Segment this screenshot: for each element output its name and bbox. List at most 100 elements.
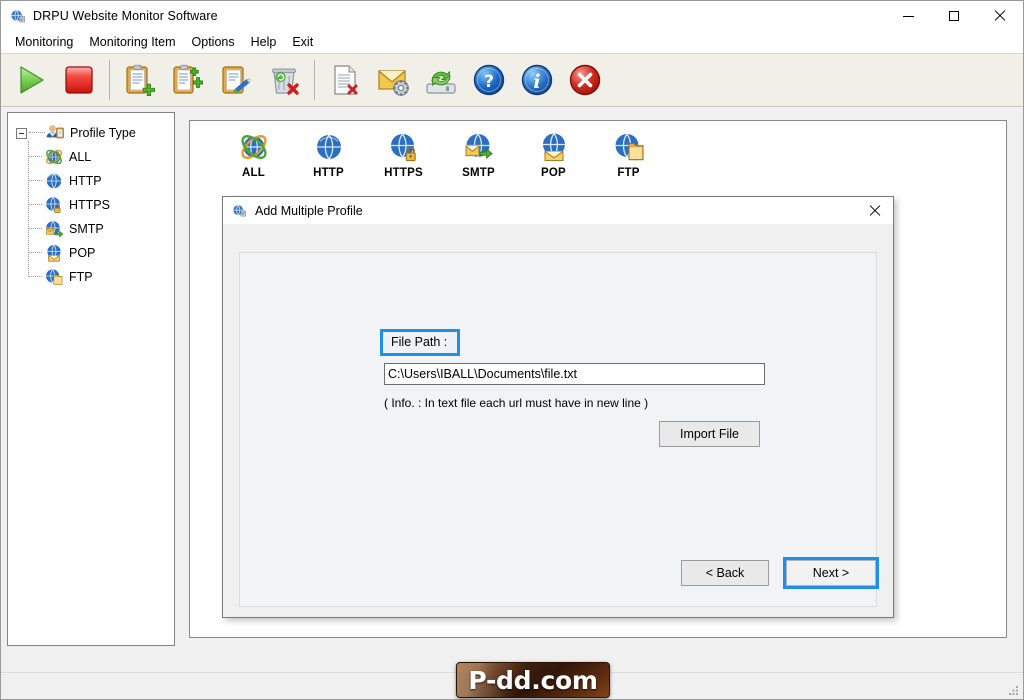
tree-connector xyxy=(28,252,42,254)
sidebar-item-label: HTTP xyxy=(69,174,102,188)
globe-mail-send-icon xyxy=(463,131,495,163)
app-globe-icon xyxy=(10,8,26,24)
sidebar-item-http[interactable]: HTTP xyxy=(22,169,174,193)
clipboard-add-icon xyxy=(123,63,157,97)
file-path-input[interactable] xyxy=(384,363,765,385)
app-globe-icon xyxy=(232,203,247,218)
globe-lock-icon xyxy=(44,195,64,215)
menu-options[interactable]: Options xyxy=(184,33,243,51)
tree-connector xyxy=(28,180,42,182)
menu-bar: Monitoring Monitoring Item Options Help … xyxy=(1,31,1023,53)
info-text: ( Info. : In text file each url must hav… xyxy=(384,396,649,410)
tree-root-label: Profile Type xyxy=(70,126,136,140)
tree-root-profile-type[interactable]: Profile Type xyxy=(16,121,174,145)
sidebar-item-all[interactable]: ALL xyxy=(22,145,174,169)
dialog-title: Add Multiple Profile xyxy=(255,203,363,218)
clipboard-edit-icon xyxy=(219,63,253,97)
next-button[interactable]: Next > xyxy=(786,560,876,586)
close-window-button[interactable] xyxy=(977,1,1023,31)
globe-icon xyxy=(313,131,345,163)
watermark-text: P-dd.com xyxy=(468,665,598,695)
tree-connector xyxy=(28,276,42,278)
sidebar-item-label: FTP xyxy=(69,270,93,284)
edit-profile-button[interactable] xyxy=(212,56,260,104)
tab-all[interactable]: ALL xyxy=(216,131,291,179)
exit-button[interactable] xyxy=(561,56,609,104)
help-question-icon: ? xyxy=(473,64,505,96)
drive-refresh-icon xyxy=(424,63,458,97)
menu-monitoring[interactable]: Monitoring xyxy=(7,33,81,51)
tree-connector xyxy=(29,132,45,134)
globe-icon xyxy=(44,171,64,191)
maximize-button[interactable] xyxy=(931,1,977,31)
back-button[interactable]: < Back xyxy=(681,560,769,586)
tab-pop[interactable]: POP xyxy=(516,131,591,179)
user-profile-icon xyxy=(45,123,65,143)
tab-label: POP xyxy=(541,167,566,179)
mail-gear-icon xyxy=(376,63,410,97)
add-profile-button[interactable] xyxy=(116,56,164,104)
toolbar: ? i xyxy=(1,53,1023,107)
tab-smtp[interactable]: SMTP xyxy=(441,131,516,179)
stop-icon xyxy=(64,65,94,95)
minimize-icon xyxy=(902,15,914,17)
clipboard-add-multiple-icon xyxy=(171,63,205,97)
menu-exit[interactable]: Exit xyxy=(284,33,321,51)
tab-label: SMTP xyxy=(462,167,495,179)
sidebar-item-label: SMTP xyxy=(69,222,104,236)
tab-http[interactable]: HTTP xyxy=(291,131,366,179)
sidebar-item-ftp[interactable]: FTP xyxy=(22,265,174,289)
tab-label: ALL xyxy=(242,167,265,179)
sidebar-item-pop[interactable]: POP xyxy=(22,241,174,265)
tab-label: HTTP xyxy=(313,167,344,179)
window-controls xyxy=(885,1,1023,31)
globe-envelope-icon xyxy=(538,131,570,163)
globe-envelope-icon xyxy=(44,243,64,263)
play-icon xyxy=(14,63,48,97)
globe-lock-icon xyxy=(388,131,420,163)
trash-delete-icon xyxy=(267,63,301,97)
import-file-button[interactable]: Import File xyxy=(659,421,760,447)
tab-ftp[interactable]: FTP xyxy=(591,131,666,179)
tree-connector xyxy=(28,228,42,230)
tab-label: FTP xyxy=(617,167,640,179)
globe-mail-send-icon xyxy=(44,219,64,239)
backup-restore-button[interactable] xyxy=(417,56,465,104)
watermark-badge: P-dd.com xyxy=(456,662,610,698)
stop-monitoring-button[interactable] xyxy=(55,56,103,104)
tree-connector xyxy=(28,204,42,206)
toolbar-separator xyxy=(314,60,315,100)
profile-type-tree: Profile Type ALL HTTP HTTPS SMTP POP FTP xyxy=(8,113,174,289)
globe-orbit-icon xyxy=(238,131,270,163)
dialog-title-bar: Add Multiple Profile xyxy=(223,197,893,224)
info-icon: i xyxy=(521,64,553,96)
add-multiple-profile-button[interactable] xyxy=(164,56,212,104)
sidebar-item-label: ALL xyxy=(69,150,92,164)
start-monitoring-button[interactable] xyxy=(7,56,55,104)
clear-log-button[interactable] xyxy=(321,56,369,104)
close-icon xyxy=(994,10,1006,22)
collapse-expander-icon[interactable] xyxy=(16,127,27,139)
svg-text:i: i xyxy=(533,71,540,93)
sidebar-item-label: HTTPS xyxy=(69,198,110,212)
svg-text:?: ? xyxy=(484,72,494,92)
application-window: DRPU Website Monitor Software Monitoring… xyxy=(0,0,1024,700)
about-button[interactable]: i xyxy=(513,56,561,104)
file-path-label: File Path : xyxy=(380,329,461,356)
tab-https[interactable]: HTTPS xyxy=(366,131,441,179)
help-button[interactable]: ? xyxy=(465,56,513,104)
menu-help[interactable]: Help xyxy=(243,33,285,51)
sidebar-item-smtp[interactable]: SMTP xyxy=(22,217,174,241)
dialog-close-button[interactable] xyxy=(857,197,893,224)
resize-grip-icon[interactable] xyxy=(1007,684,1020,697)
sidebar-item-https[interactable]: HTTPS xyxy=(22,193,174,217)
document-delete-icon xyxy=(329,64,361,96)
window-title: DRPU Website Monitor Software xyxy=(33,9,218,23)
minimize-button[interactable] xyxy=(885,1,931,31)
email-settings-button[interactable] xyxy=(369,56,417,104)
menu-monitoring-item[interactable]: Monitoring Item xyxy=(81,33,183,51)
globe-folder-icon xyxy=(613,131,645,163)
delete-profile-button[interactable] xyxy=(260,56,308,104)
tree-connector xyxy=(28,156,42,158)
next-button-focus-ring: Next > xyxy=(783,557,879,589)
